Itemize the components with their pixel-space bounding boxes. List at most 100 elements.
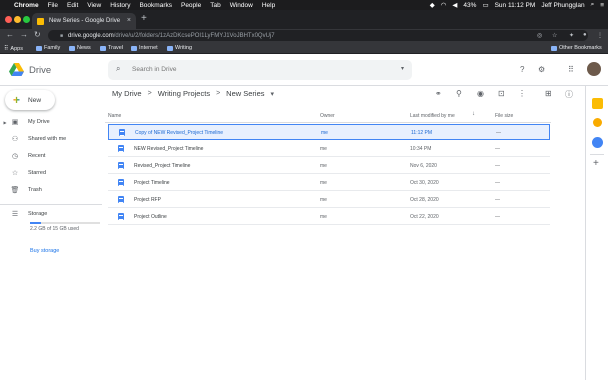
more-actions-icon[interactable]: ⋮	[518, 89, 526, 98]
new-button[interactable]: + New	[5, 90, 55, 110]
new-tab-button[interactable]: +	[141, 13, 147, 24]
bookmark-other[interactable]: Other Bookmarks	[551, 45, 602, 51]
preview-eye-icon[interactable]: ◉	[477, 89, 484, 98]
table-row[interactable]: Project RFP me Oct 28, 2020 —	[108, 192, 550, 208]
extensions-icon[interactable]: ✦	[569, 32, 574, 39]
bookmark-news[interactable]: News	[69, 45, 91, 51]
clock[interactable]: Sun 11:12 PM	[495, 2, 536, 9]
wifi-icon[interactable]: ◠	[441, 1, 447, 9]
bookmark-writing[interactable]: Writing	[167, 45, 192, 51]
tasks-icon[interactable]	[592, 137, 603, 148]
table-row[interactable]: Copy of NEW Revised_Project Timeline me …	[108, 124, 550, 140]
battery-percent[interactable]: 43%	[463, 2, 476, 9]
bookmark-internet[interactable]: Internet	[131, 45, 158, 51]
breadcrumb-new-series[interactable]: New Series	[226, 89, 264, 98]
google-apps-icon[interactable]: ⠿	[568, 65, 574, 74]
search-box[interactable]: ⌕ ▾	[108, 60, 412, 80]
get-addons-plus-icon[interactable]: +	[593, 158, 599, 169]
user-name[interactable]: Jeff Phungglan	[541, 2, 584, 9]
menu-edit[interactable]: Edit	[67, 2, 78, 9]
drive-brand[interactable]: Drive	[29, 65, 51, 76]
sidebar-item-shared[interactable]: ⚇ Shared with me	[0, 133, 100, 145]
close-window-button[interactable]	[5, 16, 12, 23]
bookmark-family[interactable]: Family	[36, 45, 60, 51]
table-row[interactable]: Revised_Project Timeline me Nov 6, 2020 …	[108, 158, 550, 174]
back-icon[interactable]: ←	[6, 30, 14, 39]
address-bar[interactable]: ■ drive.google.com /drive/u/2/folders/1z…	[48, 30, 588, 41]
menu-history[interactable]: History	[110, 2, 130, 9]
search-icon[interactable]: ⌕	[116, 64, 120, 74]
file-modified: Oct 30, 2020	[410, 180, 439, 186]
storage-progress-fill	[30, 222, 41, 224]
tab-drive[interactable]: New Series - Google Drive ×	[32, 13, 136, 29]
expand-caret-icon[interactable]: ▶	[0, 120, 10, 125]
shared-people-icon: ⚇	[11, 136, 19, 143]
sidebar-item-storage[interactable]: ☰ Storage	[0, 208, 100, 220]
search-input[interactable]	[132, 66, 332, 73]
drive-logo-icon[interactable]	[9, 63, 24, 76]
sidebar-item-label: Storage	[28, 211, 48, 217]
folder-icon	[100, 45, 106, 51]
trash-icon[interactable]: ⊡	[498, 89, 505, 98]
help-icon[interactable]: ?	[520, 65, 524, 74]
table-row[interactable]: Project Timeline me Oct 30, 2020 —	[108, 175, 550, 191]
menu-people[interactable]: People	[181, 2, 201, 9]
col-modified[interactable]: Last modified by me	[410, 113, 455, 119]
file-owner: me	[320, 197, 327, 203]
col-name[interactable]: Name	[108, 113, 121, 119]
file-size: —	[495, 146, 500, 152]
col-owner[interactable]: Owner	[320, 113, 335, 119]
minimize-window-button[interactable]	[14, 16, 21, 23]
info-icon[interactable]: ⓘ	[565, 89, 573, 100]
sidebar-item-recent[interactable]: ◷ Recent	[0, 150, 100, 162]
menu-file[interactable]: File	[48, 2, 58, 9]
avatar[interactable]	[587, 62, 601, 76]
volume-icon[interactable]: ◀	[452, 1, 457, 9]
reload-icon[interactable]: ↻	[34, 30, 41, 39]
sort-arrow-down-icon[interactable]: ↓	[472, 111, 475, 117]
buy-storage-link[interactable]: Buy storage	[30, 248, 59, 254]
table-row[interactable]: NEW Revised_Project Timeline me 10:34 PM…	[108, 141, 550, 157]
menu-tab[interactable]: Tab	[210, 2, 220, 9]
storage-used-text: 2.2 GB of 15 GB used	[30, 226, 79, 232]
menu-window[interactable]: Window	[230, 2, 253, 9]
menu-help[interactable]: Help	[262, 2, 275, 9]
google-doc-icon	[118, 213, 124, 220]
forward-icon[interactable]: →	[20, 30, 28, 39]
dropbox-icon[interactable]: ◆	[430, 1, 435, 9]
keep-icon[interactable]	[593, 118, 602, 127]
profile-icon[interactable]: ●	[583, 32, 587, 38]
file-size: —	[495, 197, 500, 203]
link-icon[interactable]: ⚭	[435, 89, 442, 98]
url-path: /drive/u/2/folders/1zAzDKcsePOI1LyFMYJ1V…	[113, 32, 275, 39]
google-doc-icon	[118, 145, 124, 152]
col-size[interactable]: File size	[495, 113, 513, 119]
breadcrumb-my-drive[interactable]: My Drive	[112, 89, 142, 98]
bookmark-apps[interactable]: ⠿ Apps	[4, 45, 23, 53]
chrome-menu-icon[interactable]: ⋮	[597, 32, 603, 39]
control-center-icon[interactable]: ≡	[600, 2, 604, 9]
grid-view-icon[interactable]: ⊞	[545, 89, 552, 98]
menu-chrome[interactable]: Chrome	[14, 2, 39, 9]
close-tab-icon[interactable]: ×	[127, 17, 131, 24]
calendar-icon[interactable]	[592, 98, 603, 109]
bookmark-travel[interactable]: Travel	[100, 45, 123, 51]
sidebar-item-starred[interactable]: ☆ Starred	[0, 167, 100, 179]
sidebar-item-trash[interactable]: 🗑 Trash	[0, 184, 100, 196]
cast-icon[interactable]: ◎	[537, 32, 542, 39]
add-person-icon[interactable]: ⚲	[456, 89, 462, 98]
chevron-right-icon: >	[216, 90, 221, 97]
file-owner: me	[320, 180, 327, 186]
zoom-window-button[interactable]	[23, 16, 30, 23]
search-options-icon[interactable]: ▾	[401, 65, 404, 72]
settings-gear-icon[interactable]: ⚙	[538, 65, 545, 74]
breadcrumb-writing-projects[interactable]: Writing Projects	[158, 89, 210, 98]
spotlight-icon[interactable]: ⌕	[591, 1, 595, 9]
bookmark-star-icon[interactable]: ☆	[552, 32, 557, 39]
menu-view[interactable]: View	[87, 2, 101, 9]
menu-bookmarks[interactable]: Bookmarks	[139, 2, 172, 9]
file-name: NEW Revised_Project Timeline	[134, 146, 204, 152]
table-row[interactable]: Project Outline me Oct 22, 2020 —	[108, 209, 550, 225]
sidebar-item-my-drive[interactable]: ▶ ▣ My Drive	[0, 116, 100, 128]
chevron-down-icon[interactable]: ▾	[271, 90, 275, 98]
